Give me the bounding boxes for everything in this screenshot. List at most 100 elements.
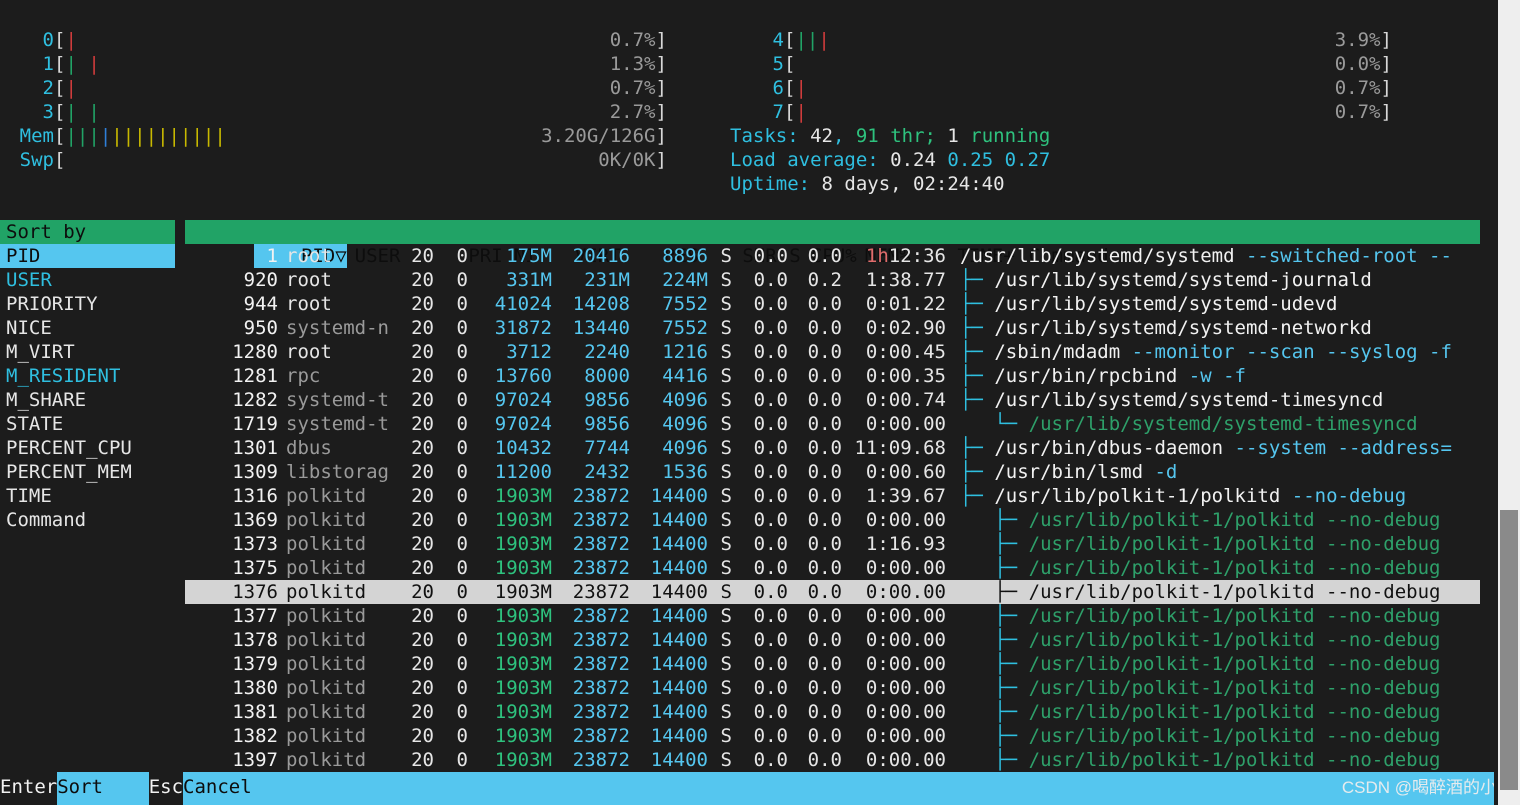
table-row[interactable]: 1369 polkitd 20 0 1903M 23872 14400 S 0.0 0.0 0:00… xyxy=(185,508,1480,532)
process-cpu-percent: 0.0 xyxy=(753,245,788,267)
meter-percent: 0.7% xyxy=(609,77,656,99)
function-label-cancel[interactable]: Cancel xyxy=(183,772,252,805)
process-user: systemd-n xyxy=(286,317,389,339)
function-key-enter[interactable]: Enter xyxy=(0,772,57,805)
process-command-args: -w -f xyxy=(1177,365,1246,387)
process-virt: 1903M xyxy=(494,677,552,699)
meter-bar-segment: | xyxy=(88,53,100,75)
meter-label: 3 xyxy=(42,101,54,123)
sort-option-state[interactable]: STATE xyxy=(0,412,175,436)
table-row[interactable]: 1373 polkitd 20 0 1903M 23872 14400 S 0.0 0.0 1:16… xyxy=(185,532,1480,556)
sort-option-percent-cpu[interactable]: PERCENT_CPU xyxy=(0,436,175,460)
process-nice: 0 xyxy=(456,677,468,699)
process-state: S xyxy=(720,701,732,723)
process-shr: 224M xyxy=(662,269,708,291)
process-user: polkitd xyxy=(286,485,367,507)
process-priority: 20 xyxy=(411,365,434,387)
process-priority: 20 xyxy=(411,389,434,411)
sort-option-m-share[interactable]: M_SHARE xyxy=(0,388,175,412)
process-res: 7744 xyxy=(584,437,630,459)
sort-by-panel[interactable]: Sort by PID USER PRIORITY NICE M_VIRT M_RESIDE… xyxy=(0,220,175,532)
process-virt: 41024 xyxy=(494,293,552,315)
process-mem-percent: 0.0 xyxy=(807,749,842,771)
cpu-meter-4: 4[||| 3.9%] xyxy=(730,28,1490,52)
function-label-sort[interactable]: Sort xyxy=(57,772,149,805)
meter-bar-segment: | xyxy=(145,125,158,147)
process-virt: 1903M xyxy=(494,653,552,675)
tasks-count: 42 xyxy=(810,125,833,147)
table-row[interactable]: 1280 root 20 0 3712 2240 1216 S 0.0 0.0 0:00.45 ├─ … xyxy=(185,340,1480,364)
process-command-text: /usr/lib/polkit-1/polkitd --no-debug xyxy=(1028,653,1441,675)
table-row[interactable]: 920 root 20 0 331M 231M 224M S 0.0 0.2 1:38.77 ├─ /… xyxy=(185,268,1480,292)
process-table[interactable]: PID▽ USER PRI NI VIRT RES SHR S CPU% MEM% TIME+ Com… xyxy=(185,220,1480,772)
sort-option-user[interactable]: USER xyxy=(0,268,175,292)
table-row[interactable]: 1 root 20 0 175M 20416 8896 S 0.0 0.0 1h12:36/usr/… xyxy=(185,244,1480,268)
process-time: 0:00.00 xyxy=(865,581,946,603)
table-row[interactable]: 1376 polkitd 20 0 1903M 23872 14400 S 0.0 0.0 0:00… xyxy=(185,580,1480,604)
process-state: S xyxy=(720,581,732,603)
uptime-label: Uptime: xyxy=(730,173,822,195)
process-priority: 20 xyxy=(411,605,434,627)
meters-region: 0[| 0.7%] 1[| | 1.3%] 2[| 0.7%] 3[| | 2.7%] Mem[… xyxy=(0,28,1500,196)
sort-option-command[interactable]: Command xyxy=(0,508,175,532)
table-row[interactable]: 1380 polkitd 20 0 1903M 23872 14400 S 0.0 0.0 0:00… xyxy=(185,676,1480,700)
sort-option-pid[interactable]: PID xyxy=(0,244,175,268)
process-priority: 20 xyxy=(411,533,434,555)
table-row[interactable]: 1281 rpc 20 0 13760 8000 4416 S 0.0 0.0 0:00.35 ├─ … xyxy=(185,364,1480,388)
sort-option-time[interactable]: TIME xyxy=(0,484,175,508)
sort-option-m-virt[interactable]: M_VIRT xyxy=(0,340,175,364)
process-res: 23872 xyxy=(572,653,630,675)
table-row[interactable]: 1377 polkitd 20 0 1903M 23872 14400 S 0.0 0.0 0:00… xyxy=(185,604,1480,628)
process-cpu-percent: 0.0 xyxy=(753,341,788,363)
table-row[interactable]: 1301 dbus 20 0 10432 7744 4096 S 0.0 0.0 11:09.68 ├… xyxy=(185,436,1480,460)
process-user: dbus xyxy=(286,437,332,459)
process-user: polkitd xyxy=(286,629,367,651)
vertical-scrollbar-thumb[interactable] xyxy=(1500,510,1518,790)
table-row[interactable]: 1379 polkitd 20 0 1903M 23872 14400 S 0.0 0.0 0:00… xyxy=(185,652,1480,676)
table-row[interactable]: 1719 systemd-t 20 0 97024 9856 4096 S 0.0 0.0 0:00… xyxy=(185,412,1480,436)
uptime-line: Uptime: 8 days, 02:24:40 xyxy=(730,172,1490,196)
meter-bar: |||||||||||||| 3.20G/126G xyxy=(65,124,655,148)
meter-percent: 0.7% xyxy=(1334,77,1381,99)
function-key-esc[interactable]: Esc xyxy=(149,772,183,805)
tree-connector-icon: ├─ xyxy=(960,341,995,363)
process-state: S xyxy=(720,245,732,267)
sort-option-percent-mem[interactable]: PERCENT_MEM xyxy=(0,460,175,484)
table-row[interactable]: 1309 libstorag 20 0 11200 2432 1536 S 0.0 0.0 0:00… xyxy=(185,460,1480,484)
sort-option-m-resident[interactable]: M_RESIDENT xyxy=(0,364,175,388)
process-time: 0:00.35 xyxy=(865,365,946,387)
table-row[interactable]: 1381 polkitd 20 0 1903M 23872 14400 S 0.0 0.0 0:00… xyxy=(185,700,1480,724)
cpu-meter-5: 5[0.0%] xyxy=(730,52,1490,76)
table-row[interactable]: 1375 polkitd 20 0 1903M 23872 14400 S 0.0 0.0 0:00… xyxy=(185,556,1480,580)
meter-percent: 0.0% xyxy=(1334,53,1381,75)
process-user: polkitd xyxy=(286,749,367,771)
meter-bar: 0.0% xyxy=(795,52,1381,76)
meter-bracket-close: ] xyxy=(655,29,667,51)
load-average-5min: 0.25 xyxy=(947,149,994,171)
table-row[interactable]: 1316 polkitd 20 0 1903M 23872 14400 S 0.0 0.0 1:39… xyxy=(185,484,1480,508)
table-row[interactable]: 1282 systemd-t 20 0 97024 9856 4096 S 0.0 0.0 0:00… xyxy=(185,388,1480,412)
process-priority: 20 xyxy=(411,557,434,579)
process-table-header[interactable]: PID▽ USER PRI NI VIRT RES SHR S CPU% MEM% TIME+ Com… xyxy=(185,220,1480,268)
process-state: S xyxy=(720,461,732,483)
process-res: 2240 xyxy=(584,341,630,363)
process-command: ├─ /usr/bin/lsmd -d xyxy=(946,460,1177,484)
sort-option-nice[interactable]: NICE xyxy=(0,316,175,340)
process-res: 20416 xyxy=(572,245,630,267)
process-state: S xyxy=(720,389,732,411)
vertical-scrollbar-track[interactable] xyxy=(1498,0,1520,805)
table-row[interactable]: 1382 polkitd 20 0 1903M 23872 14400 S 0.0 0.0 0:00… xyxy=(185,724,1480,748)
process-pid: 950 xyxy=(243,317,278,339)
cpu-meter-2: 2[| 0.7%] xyxy=(0,76,730,100)
table-row[interactable]: 1397 polkitd 20 0 1903M 23872 14400 S 0.0 0.0 0:00… xyxy=(185,748,1480,772)
table-row[interactable]: 1378 polkitd 20 0 1903M 23872 14400 S 0.0 0.0 0:00… xyxy=(185,628,1480,652)
table-row[interactable]: 950 systemd-n 20 0 31872 13440 7552 S 0.0 0.0 0:02… xyxy=(185,316,1480,340)
meter-bracket-open: [ xyxy=(54,29,66,51)
table-row[interactable]: 944 root 20 0 41024 14208 7552 S 0.0 0.0 0:01.22 ├─… xyxy=(185,292,1480,316)
meter-bracket-open: [ xyxy=(54,101,66,123)
process-priority: 20 xyxy=(411,269,434,291)
meter-bar-segment: | xyxy=(65,53,77,75)
process-state: S xyxy=(720,269,732,291)
sort-option-priority[interactable]: PRIORITY xyxy=(0,292,175,316)
process-time: 0:00.00 xyxy=(865,749,946,771)
